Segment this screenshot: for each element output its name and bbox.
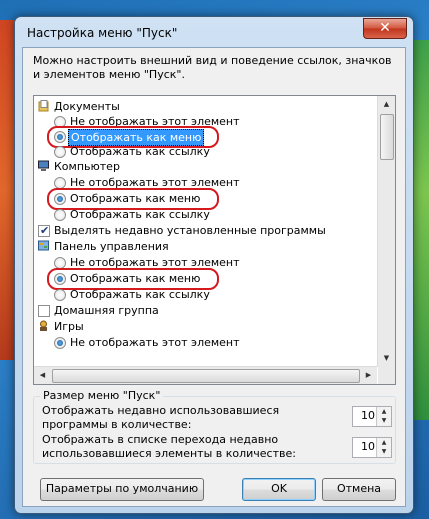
- radio-button[interactable]: [54, 146, 66, 158]
- documents-folder-icon: [38, 100, 49, 112]
- list-item-control-panel: Панель управления: [34, 239, 374, 254]
- games-option-hide[interactable]: Не отображать этот элемент: [34, 335, 374, 350]
- intro-text: Можно настроить внешний вид и поведение …: [33, 54, 392, 81]
- vertical-scrollbar[interactable]: ▲ ▼: [377, 96, 395, 367]
- spin-down-icon[interactable]: ▼: [377, 447, 391, 456]
- cancel-button[interactable]: Отмена: [322, 478, 396, 501]
- horizontal-scroll-thumb[interactable]: [52, 369, 360, 383]
- checkbox-checked[interactable]: ✔: [38, 224, 50, 237]
- option-label: Отображать как ссылку: [70, 288, 210, 301]
- scroll-up-arrow-icon[interactable]: ▲: [378, 96, 395, 113]
- scroll-left-arrow-icon[interactable]: ◀: [34, 367, 51, 384]
- computer-option-link[interactable]: Отображать как ссылку: [34, 207, 374, 222]
- option-label: Отображать как ссылку: [70, 208, 210, 221]
- scroll-right-arrow-icon[interactable]: ▶: [360, 367, 377, 384]
- spinner-value: 10: [361, 440, 375, 453]
- window-title: Настройка меню "Пуск": [27, 26, 178, 40]
- spinner-arrows[interactable]: ▲ ▼: [376, 438, 391, 457]
- options-list[interactable]: Документы Не отображать этот элемент Ото…: [33, 95, 396, 385]
- scrollbar-corner: [378, 367, 395, 384]
- jump-list-spinner[interactable]: 10 ▲ ▼: [352, 437, 392, 458]
- games-label: Игры: [54, 320, 84, 333]
- checkbox-unchecked[interactable]: [38, 305, 50, 317]
- spin-down-icon[interactable]: ▼: [377, 416, 391, 425]
- computer-label: Компьютер: [54, 160, 120, 173]
- documents-label: Документы: [54, 100, 120, 113]
- games-icon: [40, 320, 47, 331]
- homegroup-checkbox[interactable]: Домашняя группа: [34, 303, 374, 318]
- scroll-down-arrow-icon[interactable]: ▼: [378, 350, 395, 367]
- vertical-scroll-thumb[interactable]: [380, 114, 394, 160]
- radio-button[interactable]: [54, 289, 66, 301]
- control-panel-label: Панель управления: [54, 240, 169, 253]
- list-item-computer: Компьютер: [34, 159, 374, 174]
- control-panel-icon: [38, 240, 49, 251]
- list-item-documents: Документы: [34, 99, 374, 114]
- dialog-client-area: Можно настроить внешний вид и поведение …: [22, 47, 406, 507]
- spin-up-icon[interactable]: ▲: [377, 407, 391, 416]
- close-button[interactable]: ✕: [363, 18, 407, 39]
- spin-up-icon[interactable]: ▲: [377, 438, 391, 447]
- ok-button[interactable]: OK: [242, 478, 316, 501]
- group-title: Размер меню "Пуск": [40, 389, 164, 402]
- list-item-games: Игры: [34, 319, 374, 334]
- documents-option-link[interactable]: Отображать как ссылку: [34, 144, 374, 159]
- jump-list-label: Отображать в списке перехода недавно исп…: [42, 433, 296, 460]
- highlight-new-programs-checkbox[interactable]: ✔ Выделять недавно установленные програм…: [34, 223, 374, 238]
- recent-programs-spinner[interactable]: 10 ▲ ▼: [352, 406, 392, 427]
- spinner-value: 10: [361, 409, 375, 422]
- spinner-arrows[interactable]: ▲ ▼: [376, 407, 391, 426]
- start-menu-customize-dialog: Настройка меню "Пуск" ✕ Можно настроить …: [14, 16, 414, 514]
- options-list-rows: Документы Не отображать этот элемент Ото…: [34, 96, 377, 367]
- radio-button-selected[interactable]: [54, 337, 66, 349]
- checkbox-label: Выделять недавно установленные программы: [54, 224, 326, 237]
- recent-programs-label: Отображать недавно использовавшиеся прог…: [42, 404, 280, 431]
- option-label: Не отображать этот элемент: [70, 336, 240, 349]
- radio-button[interactable]: [54, 209, 66, 221]
- checkbox-label: Домашняя группа: [54, 304, 159, 317]
- close-icon: ✕: [379, 20, 391, 36]
- title-bar[interactable]: Настройка меню "Пуск" ✕: [15, 17, 413, 47]
- restore-defaults-button[interactable]: Параметры по умолчанию: [40, 478, 204, 501]
- computer-icon: [38, 160, 49, 171]
- menu-size-group: Размер меню "Пуск" Отображать недавно ис…: [33, 389, 396, 464]
- horizontal-scrollbar[interactable]: ◀ ▶: [34, 366, 377, 384]
- option-label: Отображать как ссылку: [70, 145, 210, 158]
- control-panel-option-link[interactable]: Отображать как ссылку: [34, 287, 374, 302]
